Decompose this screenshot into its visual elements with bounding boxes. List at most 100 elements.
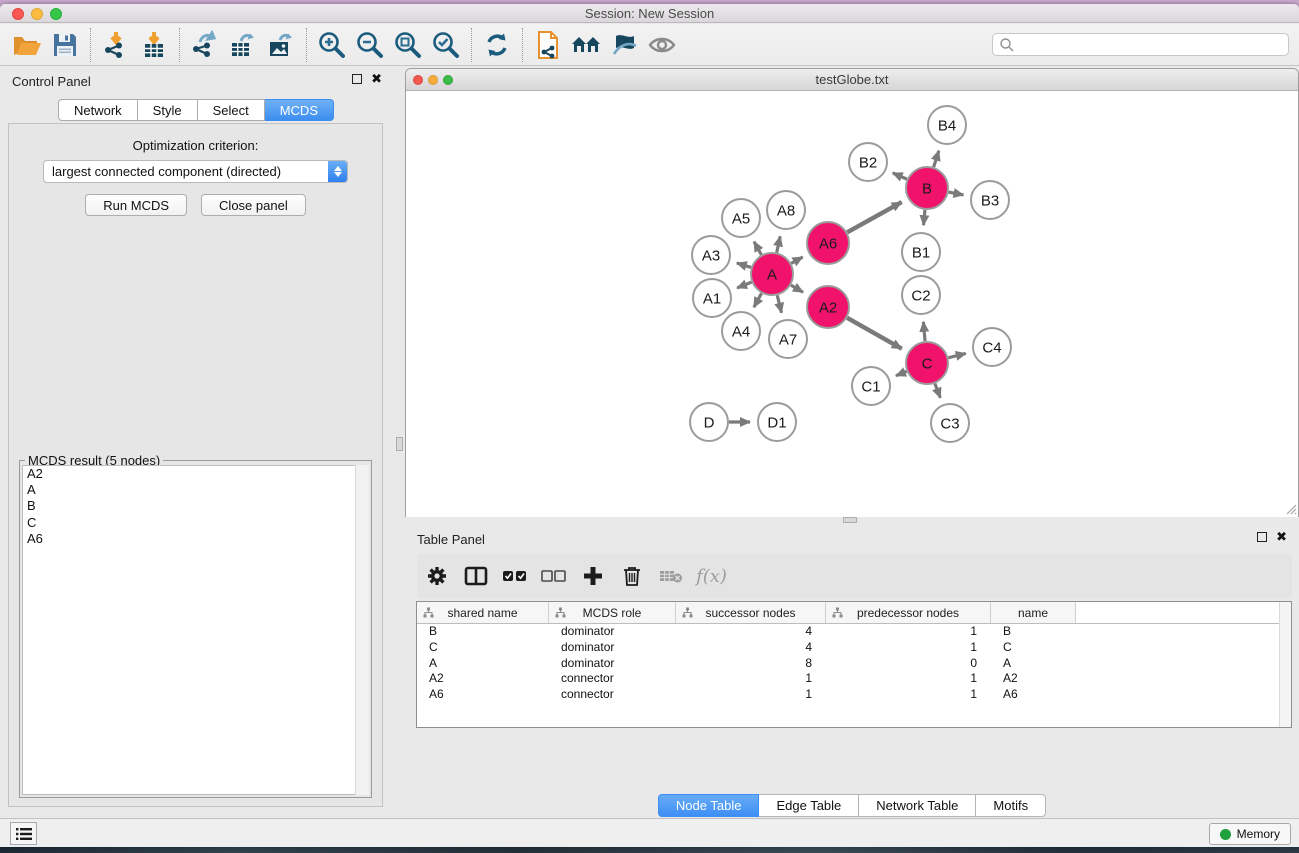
zoom-in-button[interactable] — [313, 27, 351, 63]
edge-A-A8[interactable] — [777, 236, 781, 252]
edge-C-C2[interactable] — [923, 322, 925, 341]
import-table-button[interactable] — [135, 27, 173, 63]
home-templates-button[interactable] — [567, 27, 605, 63]
edge-A-A2[interactable] — [791, 285, 803, 292]
table-scrollbar[interactable] — [1279, 602, 1291, 727]
tab-edge-table[interactable]: Edge Table — [759, 794, 859, 817]
fx-icon: f(x) — [696, 566, 727, 587]
close-panel-icon[interactable]: ✖ — [371, 74, 382, 84]
node-label-A2: A2 — [819, 299, 837, 316]
result-item[interactable]: C — [23, 515, 368, 531]
criterion-select[interactable]: largest connected component (directed) — [43, 160, 348, 183]
select-all-button[interactable] — [495, 557, 534, 595]
session-from-network-button[interactable] — [529, 27, 567, 63]
save-session-button[interactable] — [46, 27, 84, 63]
edge-B-B3[interactable] — [949, 192, 964, 195]
add-column-button[interactable] — [573, 557, 612, 595]
search-input[interactable] — [992, 33, 1289, 56]
network-window-title: testGlobe.txt — [406, 72, 1298, 87]
edge-A-A4[interactable] — [754, 293, 762, 307]
node-label-A1: A1 — [703, 290, 721, 307]
table-row[interactable]: Adominator80A — [417, 656, 1291, 672]
table-row[interactable]: Cdominator41C — [417, 640, 1291, 656]
memory-label: Memory — [1237, 827, 1280, 841]
edge-B-B1[interactable] — [924, 210, 925, 225]
zoom-selected-button[interactable] — [427, 27, 465, 63]
result-item[interactable]: A — [23, 482, 368, 498]
tab-style[interactable]: Style — [138, 99, 198, 121]
edge-C-C4[interactable] — [948, 353, 965, 357]
deselect-all-button[interactable] — [534, 557, 573, 595]
edge-C-C1[interactable] — [896, 371, 907, 375]
edge-B-B4[interactable] — [934, 151, 939, 167]
result-scrollbar[interactable] — [355, 465, 369, 795]
float-panel-icon[interactable] — [352, 74, 362, 84]
desktop-wallpaper-strip — [0, 846, 1299, 853]
export-network-icon — [190, 30, 220, 60]
column-header-name[interactable]: name — [991, 602, 1076, 623]
result-item[interactable]: A2 — [23, 466, 368, 482]
table-row[interactable]: A2connector11A2 — [417, 671, 1291, 687]
column-header-MCDS-role[interactable]: MCDS role — [549, 602, 676, 623]
table-header-row: shared nameMCDS rolesuccessor nodesprede… — [417, 602, 1291, 624]
edge-B-B2[interactable] — [893, 173, 907, 179]
result-item[interactable]: A6 — [23, 531, 368, 547]
network-canvas-svg[interactable]: AA1A2A3A4A5A6A7A8BB1B2B3B4CC1C2C3C4DD1 — [406, 92, 1298, 517]
edge-A-A5[interactable] — [754, 242, 761, 255]
function-builder-button[interactable]: f(x) — [690, 557, 729, 595]
table-float-panel-icon[interactable] — [1257, 532, 1267, 542]
left-splitter-handle[interactable] — [396, 437, 403, 451]
network-window-titlebar[interactable]: testGlobe.txt — [406, 69, 1298, 91]
eye-icon — [647, 34, 677, 56]
export-table-button[interactable] — [224, 27, 262, 63]
resize-grip-icon[interactable] — [1284, 502, 1297, 515]
import-network-button[interactable] — [97, 27, 135, 63]
import-table-icon — [139, 30, 169, 60]
export-network-button[interactable] — [186, 27, 224, 63]
export-image-button[interactable] — [262, 27, 300, 63]
zoom-out-button[interactable] — [351, 27, 389, 63]
edge-A-A3[interactable] — [737, 263, 751, 267]
result-item[interactable]: B — [23, 498, 368, 514]
delete-table-button[interactable] — [651, 557, 690, 595]
delete-column-button[interactable] — [612, 557, 651, 595]
hide-graphics-details-button[interactable] — [605, 27, 643, 63]
zoom-fit-button[interactable] — [389, 27, 427, 63]
memory-button[interactable]: Memory — [1209, 823, 1291, 845]
columns-icon — [464, 566, 488, 586]
search-field-wrap — [992, 33, 1289, 56]
task-history-button[interactable] — [10, 822, 37, 845]
table-toolbar: f(x) — [417, 554, 1292, 598]
column-header-predecessor-nodes[interactable]: predecessor nodes — [826, 602, 991, 623]
tab-mcds[interactable]: MCDS — [265, 99, 334, 121]
table-row[interactable]: Bdominator41B — [417, 624, 1291, 640]
tab-motifs[interactable]: Motifs — [976, 794, 1046, 817]
edge-A-A7[interactable] — [777, 295, 781, 312]
run-mcds-button[interactable]: Run MCDS — [85, 194, 187, 216]
show-columns-button[interactable] — [456, 557, 495, 595]
column-header-shared-name[interactable]: shared name — [417, 602, 549, 623]
edge-A2-C[interactable] — [847, 318, 902, 349]
tab-network[interactable]: Network — [58, 99, 138, 121]
edge-A-A1[interactable] — [737, 282, 752, 288]
tab-network-table[interactable]: Network Table — [859, 794, 976, 817]
table-row[interactable]: A6connector11A6 — [417, 687, 1291, 703]
node-label-B: B — [922, 180, 932, 197]
tab-select[interactable]: Select — [198, 99, 265, 121]
node-label-A7: A7 — [779, 331, 797, 348]
close-panel-button[interactable]: Close panel — [201, 194, 306, 216]
horizontal-splitter-handle[interactable] — [843, 517, 857, 523]
show-graphics-details-button[interactable] — [643, 27, 681, 63]
edge-C-C3[interactable] — [935, 384, 940, 398]
tab-node-table[interactable]: Node Table — [658, 794, 760, 817]
refresh-layout-button[interactable] — [478, 27, 516, 63]
edge-A6-B[interactable] — [847, 202, 901, 232]
table-settings-button[interactable] — [417, 557, 456, 595]
node-label-C4: C4 — [982, 339, 1001, 356]
node-label-C1: C1 — [861, 378, 880, 395]
table-close-panel-icon[interactable]: ✖ — [1276, 532, 1287, 542]
control-panel-tabs: NetworkStyleSelectMCDS — [0, 99, 392, 121]
open-session-button[interactable] — [8, 27, 46, 63]
edge-A-A6[interactable] — [791, 257, 802, 263]
column-header-successor-nodes[interactable]: successor nodes — [676, 602, 826, 623]
